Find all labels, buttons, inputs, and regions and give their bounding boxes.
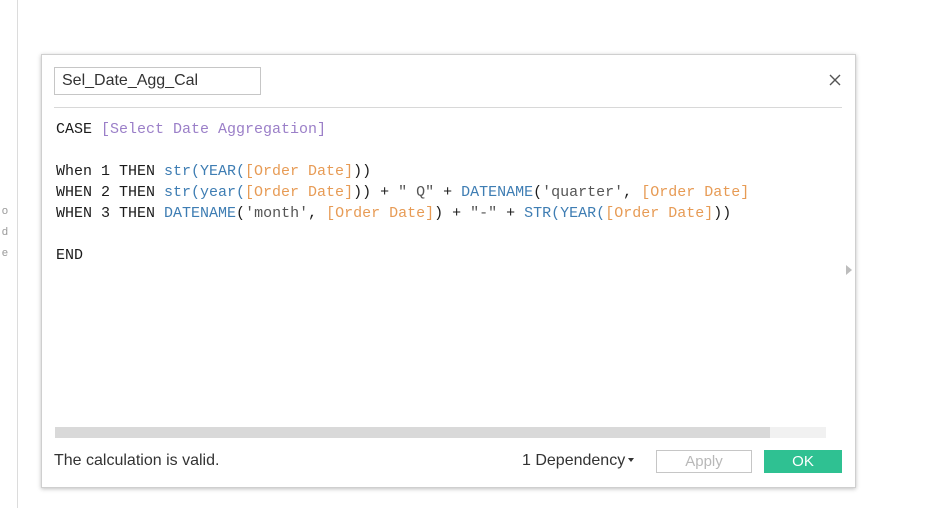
close-icon [829, 74, 841, 86]
code-token-field: [Order Date] [245, 184, 354, 201]
formula-editor[interactable]: CASE [Select Date Aggregation] When 1 THE… [56, 119, 840, 419]
code-token-field: [Order Date] [326, 205, 435, 222]
code-line: WHEN 3 THEN DATENAME('month', [Order Dat… [56, 203, 840, 224]
code-token-punct: ( [236, 205, 246, 222]
side-text-fragment: d [1, 227, 8, 238]
validation-status: The calculation is valid. [54, 452, 220, 469]
code-token-str: " Q" [398, 184, 435, 201]
code-token-kw: When 1 THEN [56, 163, 165, 180]
left-panel-border [17, 0, 18, 508]
horizontal-scrollbar[interactable] [55, 427, 826, 438]
side-text-fragment: e [1, 248, 8, 259]
code-token-punct: , [623, 184, 642, 201]
code-token-field: [Order Date] [245, 163, 354, 180]
code-token-punct: )) [713, 205, 732, 222]
scrollbar-thumb[interactable] [55, 427, 770, 438]
code-line: CASE [Select Date Aggregation] [56, 119, 840, 140]
code-token-punct: )) [353, 163, 372, 180]
code-token-func: STR(YEAR( [524, 205, 606, 222]
code-token-str: 'quarter' [542, 184, 624, 201]
ok-button[interactable]: OK [764, 450, 842, 473]
code-token-str: "-" [470, 205, 498, 222]
code-token-func: str(year( [164, 184, 246, 201]
dependency-label: 1 Dependency [522, 452, 626, 469]
code-token-punct: , [308, 205, 327, 222]
code-token-func: DATENAME [461, 184, 534, 201]
code-token-punct: + [497, 205, 525, 222]
code-token-kw: CASE [56, 121, 102, 138]
code-token-field: [Order Date] [641, 184, 750, 201]
calculation-name-input[interactable] [54, 67, 261, 95]
caret-down-icon [628, 457, 635, 462]
code-token-kw: END [56, 247, 84, 264]
code-token-kw: WHEN 2 THEN [56, 184, 165, 201]
code-token-func: DATENAME [164, 205, 237, 222]
dependency-dropdown[interactable]: 1 Dependency [522, 452, 635, 470]
code-token-punct: )) + [353, 184, 399, 201]
code-token-field: [Order Date] [605, 205, 714, 222]
header-divider [54, 107, 842, 108]
close-button[interactable] [826, 71, 844, 89]
apply-button[interactable]: Apply [656, 450, 752, 473]
code-token-punct: ) + [434, 205, 471, 222]
code-token-str: 'month' [245, 205, 309, 222]
code-token-param: [Select Date Aggregation] [101, 121, 327, 138]
calculation-dialog: CASE [Select Date Aggregation] When 1 THE… [41, 54, 856, 488]
code-token-punct: + [434, 184, 462, 201]
code-line: WHEN 2 THEN str(year([Order Date])) + " … [56, 182, 840, 203]
code-line: When 1 THEN str(YEAR([Order Date])) [56, 161, 840, 182]
code-token-func: str(YEAR( [164, 163, 246, 180]
code-line: END [56, 245, 840, 266]
side-text-fragment: o [1, 206, 8, 217]
triangle-right-icon[interactable] [846, 265, 852, 275]
code-token-kw: WHEN 3 THEN [56, 205, 165, 222]
code-token-punct: ( [533, 184, 543, 201]
